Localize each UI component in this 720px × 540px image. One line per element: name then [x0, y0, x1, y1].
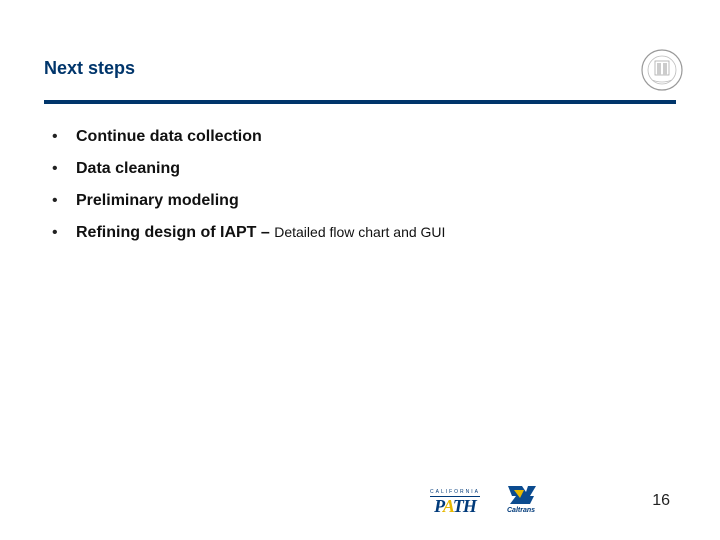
bullet-dot-icon: •	[52, 160, 76, 178]
path-logo-name: PATH	[434, 498, 476, 514]
title-separator	[44, 100, 676, 104]
list-item: • Preliminary modeling	[52, 192, 660, 210]
list-item-text: Preliminary modeling	[76, 192, 660, 210]
university-seal-icon	[640, 48, 684, 92]
list-item-text: Continue data collection	[76, 128, 660, 146]
bullet-list: • Continue data collection • Data cleani…	[52, 128, 660, 256]
slide: Next steps • Continue data collection • …	[0, 0, 720, 540]
path-logo-icon: CALIFORNIA PATH	[430, 489, 480, 514]
footer-logos: CALIFORNIA PATH Caltrans	[430, 484, 538, 514]
list-item: • Data cleaning	[52, 160, 660, 178]
bullet-dot-icon: •	[52, 192, 76, 210]
list-item: • Continue data collection	[52, 128, 660, 146]
caltrans-logo-icon: Caltrans	[504, 484, 538, 514]
bullet-dot-icon: •	[52, 224, 76, 242]
caltrans-logo-label: Caltrans	[507, 507, 535, 514]
list-item-text: Refining design of IAPT – Detailed flow …	[76, 224, 660, 242]
list-item: • Refining design of IAPT – Detailed flo…	[52, 224, 660, 242]
page-number: 16	[652, 492, 670, 510]
slide-title: Next steps	[44, 58, 135, 79]
bullet-dot-icon: •	[52, 128, 76, 146]
list-item-text: Data cleaning	[76, 160, 660, 178]
